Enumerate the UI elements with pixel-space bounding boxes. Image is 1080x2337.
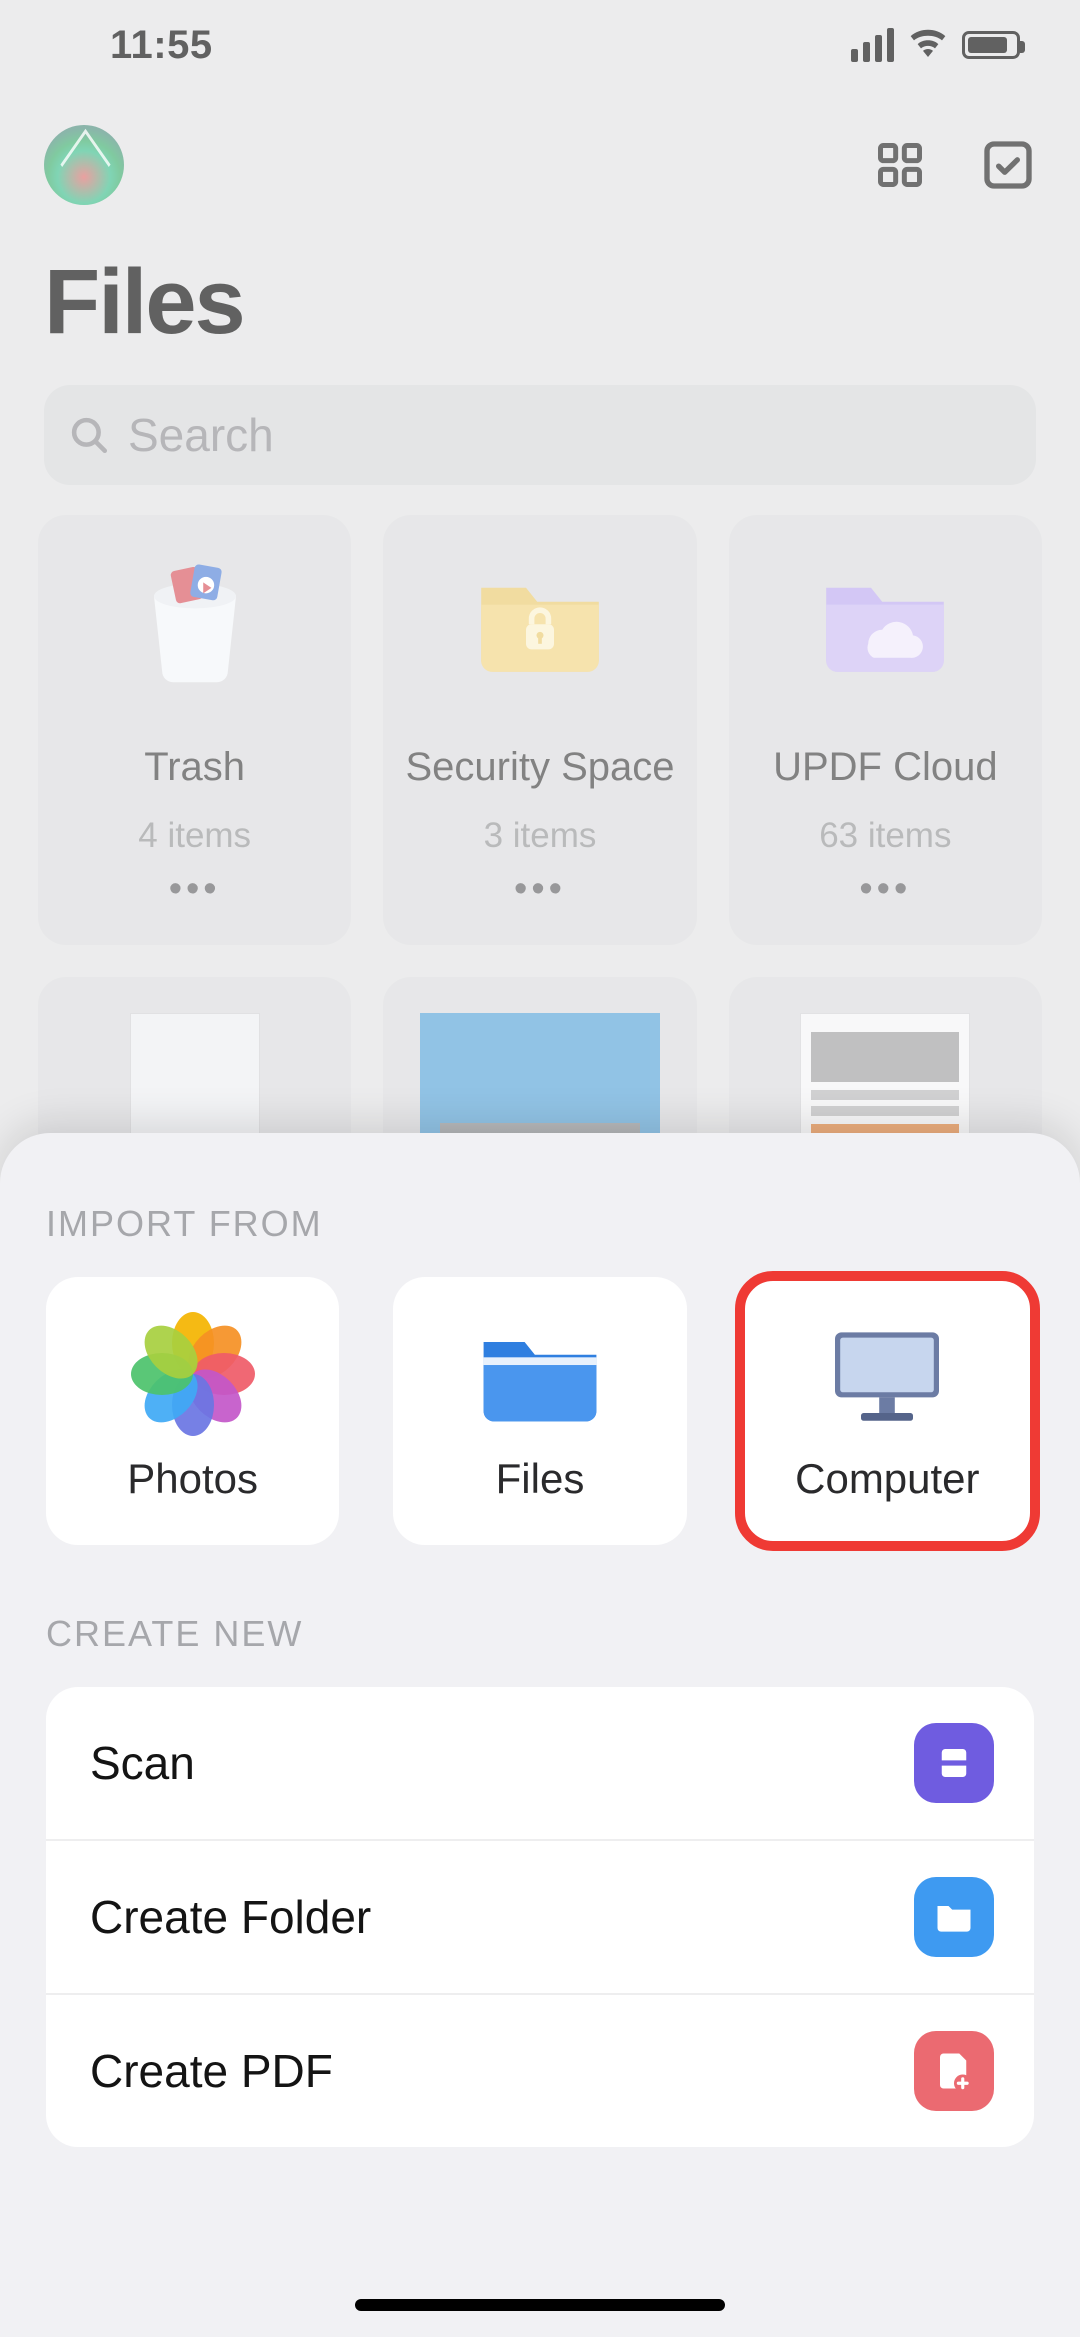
select-mode-icon[interactable] <box>980 137 1036 193</box>
status-indicators <box>851 27 1020 63</box>
document-add-icon <box>914 2031 994 2111</box>
search-field[interactable] <box>44 385 1036 485</box>
photos-icon <box>128 1319 258 1429</box>
profile-avatar[interactable] <box>44 125 124 205</box>
tile-subtitle: 63 items <box>819 816 951 856</box>
tile-updf-cloud[interactable]: UPDF Cloud 63 items ••• <box>729 515 1042 945</box>
import-card-label: Files <box>496 1455 585 1503</box>
import-card-label: Photos <box>127 1455 258 1503</box>
import-section-label: IMPORT FROM <box>46 1203 1034 1245</box>
status-bar: 11:55 <box>0 0 1080 90</box>
trash-icon <box>125 555 265 685</box>
computer-icon <box>822 1319 952 1429</box>
create-pdf-item[interactable]: Create PDF <box>46 1993 1034 2147</box>
folder-icon <box>475 1319 605 1429</box>
folder-icon <box>914 1877 994 1957</box>
search-icon <box>68 414 110 456</box>
create-folder-item[interactable]: Create Folder <box>46 1839 1034 1993</box>
import-row: Photos Files Computer <box>46 1277 1034 1545</box>
home-indicator[interactable] <box>355 2299 725 2311</box>
tile-security-space[interactable]: Security Space 3 items ••• <box>383 515 696 945</box>
wifi-icon <box>908 27 948 63</box>
status-time: 11:55 <box>110 23 213 68</box>
tile-name: Security Space <box>405 745 674 790</box>
tile-more-icon[interactable]: ••• <box>169 868 221 911</box>
create-list: Scan Create Folder Create PDF <box>46 1687 1034 2147</box>
header: Files <box>0 90 1080 485</box>
battery-icon <box>962 31 1020 59</box>
import-create-sheet: IMPORT FROM Photos <box>0 1133 1080 2337</box>
tile-more-icon[interactable]: ••• <box>859 868 911 911</box>
import-card-label: Computer <box>795 1455 979 1503</box>
page-title: Files <box>44 250 1036 355</box>
create-item-label: Create Folder <box>90 1890 371 1944</box>
create-scan-item[interactable]: Scan <box>46 1687 1034 1839</box>
create-item-label: Scan <box>90 1736 195 1790</box>
tile-name: Trash <box>144 745 245 790</box>
import-photos-card[interactable]: Photos <box>46 1277 339 1545</box>
import-files-card[interactable]: Files <box>393 1277 686 1545</box>
import-computer-card[interactable]: Computer <box>741 1277 1034 1545</box>
cellular-signal-icon <box>851 28 894 62</box>
lock-folder-icon <box>470 555 610 685</box>
tile-trash[interactable]: Trash 4 items ••• <box>38 515 351 945</box>
search-input[interactable] <box>128 408 1012 462</box>
create-item-label: Create PDF <box>90 2044 333 2098</box>
create-section-label: CREATE NEW <box>46 1613 1034 1655</box>
tile-subtitle: 4 items <box>138 816 251 856</box>
tile-subtitle: 3 items <box>484 816 597 856</box>
scan-icon <box>914 1723 994 1803</box>
tile-more-icon[interactable]: ••• <box>514 868 566 911</box>
cloud-folder-icon <box>815 555 955 685</box>
view-grid-icon[interactable] <box>874 139 926 191</box>
tile-name: UPDF Cloud <box>773 745 998 790</box>
